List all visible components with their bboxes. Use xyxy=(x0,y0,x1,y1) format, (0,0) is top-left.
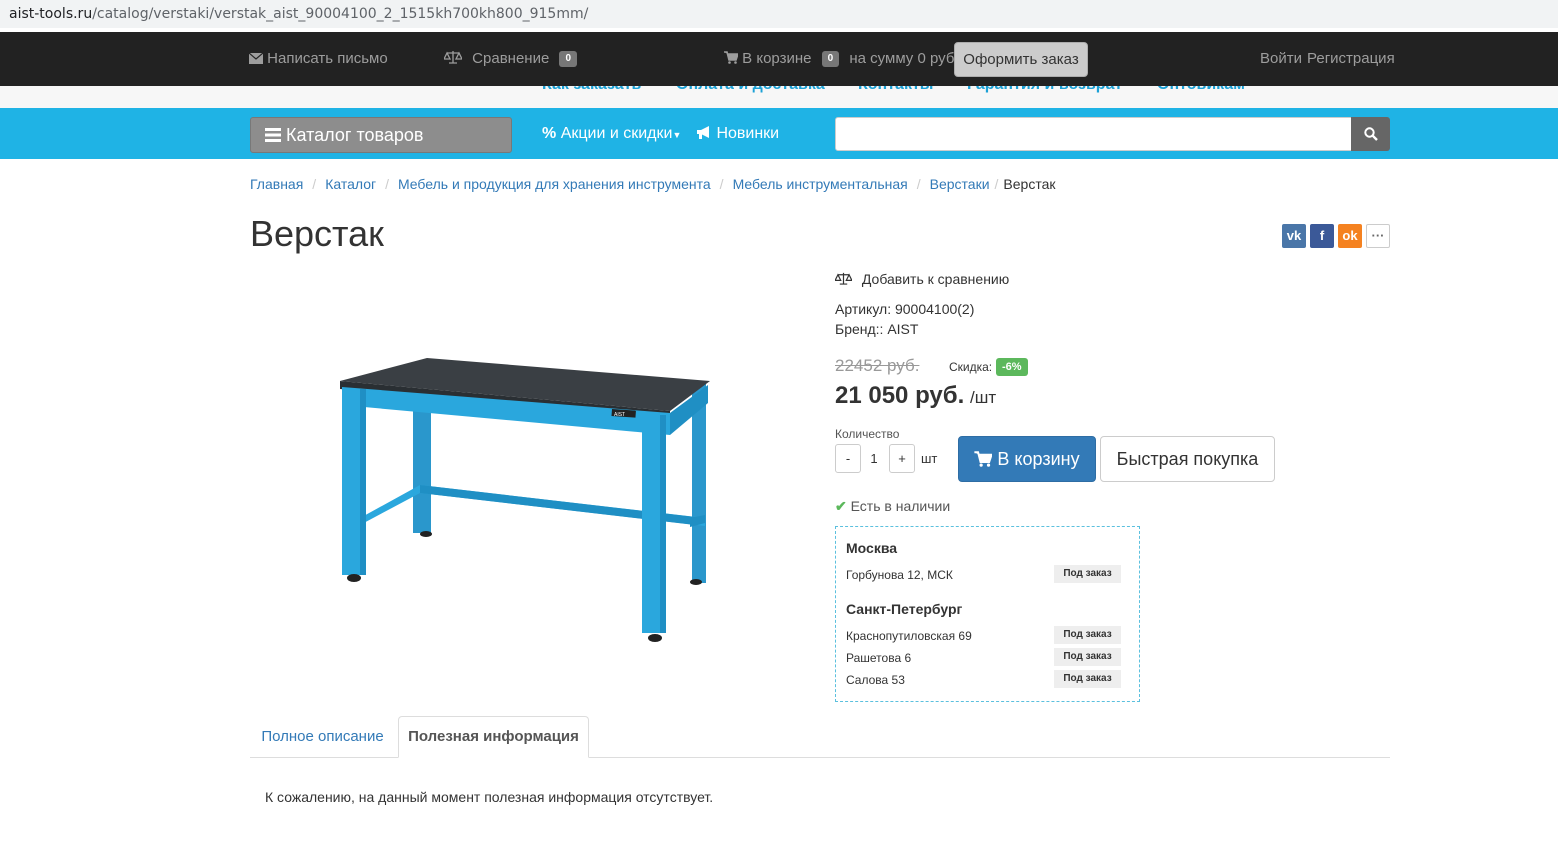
compare-link[interactable]: Сравнение 0 xyxy=(442,32,578,86)
quantity-label: Количество xyxy=(835,427,900,441)
quantity-decrease-button[interactable]: - xyxy=(835,444,861,473)
breadcrumb-current: Верстак xyxy=(1003,176,1056,192)
quick-buy-button[interactable]: Быстрая покупка xyxy=(1100,436,1275,482)
breadcrumb-separator: / xyxy=(385,176,389,192)
cart-label: В корзине xyxy=(742,50,812,67)
add-to-compare-label: Добавить к сравнению xyxy=(861,271,1010,287)
product-article: Артикул: 90004100(2) xyxy=(835,301,975,317)
vk-share-icon[interactable]: vk xyxy=(1282,224,1306,248)
discount-badge: -6% xyxy=(996,358,1028,376)
cart-count-badge: 0 xyxy=(821,51,840,68)
megaphone-icon xyxy=(697,126,709,139)
search-icon xyxy=(1364,127,1378,141)
store-address: Салова 53 xyxy=(846,673,905,687)
price-unit: /шт xyxy=(970,388,997,407)
compare-label: Сравнение xyxy=(472,50,550,67)
check-icon: ✔ xyxy=(835,498,847,514)
catalog-button[interactable]: Каталог товаров xyxy=(250,117,512,153)
write-letter-link[interactable]: Написать письмо xyxy=(248,32,388,86)
scales-icon xyxy=(834,272,853,285)
new-items-link[interactable]: Новинки xyxy=(696,108,779,159)
current-price: 21 050 руб. xyxy=(835,382,965,409)
facebook-share-icon[interactable]: f xyxy=(1310,224,1334,248)
breadcrumb-tool-furniture[interactable]: Мебель инструментальная xyxy=(733,176,908,192)
promo-dropdown[interactable]: % Акции и скидки▼ xyxy=(542,108,681,159)
store-address: Рашетова 6 xyxy=(846,651,912,665)
store-address: Краснопутиловская 69 xyxy=(846,629,972,643)
stock-status-label: Есть в наличии xyxy=(850,498,951,514)
nav-wholesale[interactable]: Оптовикам xyxy=(1157,86,1245,94)
url-path: /catalog/verstaki/verstak_aist_90004100_… xyxy=(92,6,589,22)
nav-contacts[interactable]: Контакты xyxy=(858,86,933,94)
quantity-input[interactable]: 1 xyxy=(862,451,886,466)
nav-how-to-order[interactable]: Как заказать xyxy=(542,86,641,94)
write-letter-label: Написать письмо xyxy=(267,50,388,67)
cart-sum: на сумму 0 руб. xyxy=(849,50,959,67)
store-status-badge: Под заказ xyxy=(1054,565,1121,583)
quantity-increase-button[interactable]: + xyxy=(889,444,915,473)
tab-useful-info[interactable]: Полезная информация xyxy=(398,716,589,758)
product-image[interactable]: AIST xyxy=(250,263,798,708)
cart-icon xyxy=(974,451,994,467)
useful-info-content: К сожалению, на данный момент полезная и… xyxy=(265,789,714,805)
product-brand: Бренд:: AIST xyxy=(835,321,919,337)
breadcrumb-catalog[interactable]: Каталог xyxy=(325,176,376,192)
catalog-button-label: Каталог товаров xyxy=(286,125,424,145)
browser-url-bar[interactable]: aist-tools.ru/catalog/verstaki/verstak_a… xyxy=(0,0,1558,28)
cart-summary[interactable]: В корзине 0 на сумму 0 руб. xyxy=(724,32,959,86)
promo-label: Акции и скидки xyxy=(560,125,673,142)
breadcrumb-storage-furniture[interactable]: Мебель и продукция для хранения инструме… xyxy=(398,176,711,192)
top-bar: Написать письмо Сравнение 0 В корзине 0 … xyxy=(0,32,1558,86)
store-address: Горбунова 12, МСК xyxy=(846,568,953,582)
image-brand-logo: AIST xyxy=(614,412,625,418)
breadcrumb-separator: / xyxy=(916,176,921,192)
envelope-icon xyxy=(248,52,264,64)
breadcrumb-separator: / xyxy=(719,176,724,192)
compare-count-badge: 0 xyxy=(559,51,578,68)
tab-full-description[interactable]: Полное описание xyxy=(250,716,395,758)
url-host: aist-tools.ru xyxy=(9,6,93,22)
page-title: Верстак xyxy=(250,213,384,254)
nav-payment-delivery[interactable]: Оплата и доставка xyxy=(676,86,825,94)
store-availability: Москва Горбунова 12, МСК Под заказ Санкт… xyxy=(835,526,1140,702)
add-to-cart-button[interactable]: В корзину xyxy=(958,436,1096,482)
store-city: Санкт-Петербург xyxy=(846,601,963,617)
cart-icon xyxy=(724,51,740,64)
store-status-badge: Под заказ xyxy=(1054,626,1121,644)
checkout-button[interactable]: Оформить заказ xyxy=(954,42,1088,77)
more-share-icon[interactable]: ··· xyxy=(1366,224,1390,248)
search-button[interactable] xyxy=(1351,117,1390,151)
quantity-unit: шт xyxy=(921,451,938,466)
odnoklassniki-share-icon[interactable]: ok xyxy=(1338,224,1362,248)
breadcrumb: Главная / Каталог / Мебель и продукция для х… xyxy=(250,176,1056,192)
old-price: 22452 руб. xyxy=(835,356,920,375)
breadcrumb-home[interactable]: Главная xyxy=(250,176,303,192)
menu-icon xyxy=(265,128,281,142)
percent-icon: % xyxy=(542,125,557,142)
add-to-compare-link[interactable]: Добавить к сравнению xyxy=(834,271,1010,287)
caret-down-icon: ▼ xyxy=(672,130,682,140)
login-link[interactable]: Войти xyxy=(1260,32,1302,86)
breadcrumb-separator: / xyxy=(312,176,317,192)
workbench-illustration: AIST xyxy=(340,358,710,642)
breadcrumb-separator: / xyxy=(994,176,999,192)
secondary-nav: Как заказать Оплата и доставка Контакты … xyxy=(0,86,1558,108)
search-input[interactable] xyxy=(835,117,1352,151)
discount-label: Скидка: xyxy=(949,360,993,374)
store-status-badge: Под заказ xyxy=(1054,670,1121,688)
store-city: Москва xyxy=(846,540,898,556)
register-link[interactable]: Регистрация xyxy=(1307,32,1395,86)
store-status-badge: Под заказ xyxy=(1054,648,1121,666)
add-to-cart-label: В корзину xyxy=(997,449,1080,469)
scales-icon xyxy=(442,51,464,64)
new-items-label: Новинки xyxy=(716,125,780,142)
main-nav-bar: Каталог товаров % Акции и скидки▼ Новинк… xyxy=(0,108,1558,159)
stock-status: ✔ Есть в наличии xyxy=(835,498,950,515)
nav-warranty[interactable]: Гарантия и возврат xyxy=(967,86,1122,94)
breadcrumb-workbenches[interactable]: Верстаки xyxy=(930,176,990,192)
